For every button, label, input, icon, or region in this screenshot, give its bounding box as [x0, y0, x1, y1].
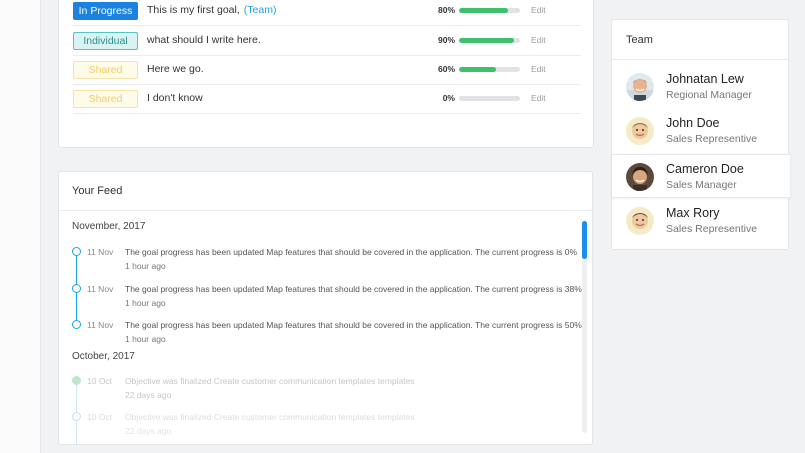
- goal-edit-link[interactable]: Edit: [531, 35, 546, 45]
- goal-title: what should I write here.: [147, 34, 261, 46]
- team-member-role: Sales Representive: [666, 223, 758, 235]
- goal-team-link[interactable]: (Team): [244, 4, 277, 16]
- feed-event-time: 22 days ago: [125, 390, 172, 400]
- goal-title: I don't know: [147, 92, 203, 104]
- team-member-name: Cameron Doe: [666, 162, 744, 176]
- timeline-dot-icon: [72, 376, 81, 385]
- team-member-name: Johnatan Lew: [666, 72, 744, 86]
- goal-title: This is my first goal, (Team): [147, 4, 277, 16]
- goal-percent: 60%: [437, 64, 455, 74]
- feed-event-text: The goal progress has been updated Map f…: [125, 320, 582, 330]
- goal-status-badge: Shared: [73, 61, 138, 79]
- team-member[interactable]: Max Rory Sales Representive: [612, 199, 790, 243]
- goal-row[interactable]: Shared I don't know 0% Edit: [73, 85, 581, 114]
- feed-event-time: 1 hour ago: [125, 298, 166, 308]
- goal-percent: 0%: [442, 93, 455, 103]
- goal-progress-fill: [459, 67, 496, 72]
- feed-event-text: Objective was finalized Create customer …: [125, 412, 415, 422]
- goal-status-badge: In Progress: [73, 2, 138, 20]
- goal-edit-link[interactable]: Edit: [531, 64, 546, 74]
- goal-title: Here we go.: [147, 63, 204, 75]
- team-member-name: Max Rory: [666, 206, 720, 220]
- avatar: [626, 73, 654, 101]
- team-member-role: Regional Manager: [666, 89, 752, 101]
- goal-row[interactable]: Shared Here we go. 60% Edit: [73, 56, 581, 85]
- feed-scrollbar[interactable]: [582, 221, 587, 433]
- timeline-dot-icon: [72, 284, 81, 293]
- feed-event-text: The goal progress has been updated Map f…: [125, 247, 578, 257]
- goal-progress-fill: [459, 38, 514, 43]
- team-member[interactable]: Johnatan Lew Regional Manager: [612, 65, 790, 109]
- team-member-role: Sales Manager: [666, 179, 737, 191]
- team-member[interactable]: Cameron Doe Sales Manager: [612, 154, 790, 198]
- goal-progress-fill: [459, 8, 508, 13]
- feed-month-label: November, 2017: [72, 221, 146, 232]
- feed-event-date: 11 Nov: [87, 284, 114, 294]
- goals-card: In Progress This is my first goal, (Team)…: [58, 0, 594, 148]
- team-member-role: Sales Representive: [666, 133, 758, 145]
- feed-event-date: 11 Nov: [87, 320, 114, 330]
- goal-percent: 80%: [437, 5, 455, 15]
- feed-event-date: 10 Oct: [87, 412, 113, 422]
- goal-percent: 90%: [437, 35, 455, 45]
- feed-month-label: October, 2017: [72, 351, 135, 362]
- feed-card: Your Feed November, 2017 11 Nov The goal…: [58, 171, 593, 445]
- feed-event-text: The goal progress has been updated Map f…: [125, 284, 582, 294]
- feed-event-text: Objective was finalized Create customer …: [125, 376, 415, 386]
- feed-event-time: 22 days ago: [125, 426, 172, 436]
- avatar: [626, 207, 654, 235]
- goal-progress-bar: [459, 8, 520, 13]
- timeline-dot-icon: [72, 247, 81, 256]
- team-member[interactable]: John Doe Sales Representive: [612, 109, 790, 153]
- timeline-dot-icon: [72, 320, 81, 329]
- team-member-name: John Doe: [666, 116, 720, 130]
- feed-title: Your Feed: [59, 172, 592, 211]
- feed-event-time: 1 hour ago: [125, 261, 166, 271]
- feed-event-time: 1 hour ago: [125, 334, 166, 344]
- goal-row[interactable]: In Progress This is my first goal, (Team)…: [73, 0, 581, 26]
- timeline-dot-icon: [72, 412, 81, 421]
- goal-progress-bar: [459, 67, 520, 72]
- avatar: [626, 117, 654, 145]
- left-sidebar-strip: [0, 0, 41, 453]
- goal-progress-bar: [459, 96, 520, 101]
- goal-row[interactable]: Individual what should I write here. 90%…: [73, 27, 581, 56]
- goal-edit-link[interactable]: Edit: [531, 93, 546, 103]
- feed-scrollbar-thumb[interactable]: [582, 221, 587, 259]
- feed-event-date: 11 Nov: [87, 247, 114, 257]
- avatar: [626, 163, 654, 191]
- goal-edit-link[interactable]: Edit: [531, 5, 546, 15]
- team-title: Team: [612, 20, 788, 60]
- goal-status-badge: Shared: [73, 90, 138, 108]
- feed-event-date: 10 Oct: [87, 376, 113, 386]
- team-card: Team Johnatan Lew Regional Manager John …: [611, 19, 790, 250]
- goal-progress-bar: [459, 38, 520, 43]
- feed-timeline[interactable]: November, 2017 11 Nov The goal progress …: [59, 211, 592, 444]
- goal-status-badge: Individual: [73, 32, 138, 50]
